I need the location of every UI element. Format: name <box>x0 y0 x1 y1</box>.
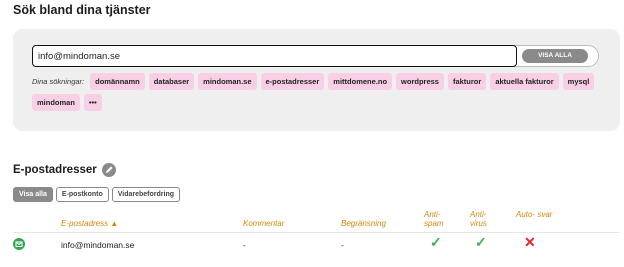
comment-cell: - <box>243 240 246 250</box>
antispam-check-icon[interactable]: ✓ <box>430 234 442 251</box>
search-chip[interactable]: mindoman <box>32 94 80 111</box>
search-chip[interactable]: mysql <box>562 73 595 90</box>
search-chip[interactable]: wordpress <box>396 73 444 90</box>
email-address-cell[interactable]: info@mindoman.se <box>61 240 134 250</box>
search-input[interactable] <box>32 45 517 67</box>
show-all-button[interactable]: VISA ALLA <box>522 49 588 63</box>
search-chip[interactable]: domännamn <box>90 73 145 90</box>
column-header-antispam: Anti- spam <box>424 210 444 228</box>
antivirus-check-icon[interactable]: ✓ <box>475 234 487 251</box>
column-header-autoreply: Auto- svar <box>516 210 553 219</box>
filter-tabs: Visa alla E-postkonto Vidarebefordring <box>13 187 181 202</box>
section-title-text: E-postadresser <box>13 164 97 176</box>
search-chip[interactable]: mindoman.se <box>198 73 257 90</box>
search-panel: VISA ALLA Dina sökningar: domännamn data… <box>13 29 620 131</box>
search-bar: VISA ALLA <box>32 45 599 67</box>
recent-searches: Dina sökningar: domännamn databaser mind… <box>32 73 602 111</box>
limit-cell: - <box>341 240 344 250</box>
mail-icon <box>13 238 25 250</box>
search-chip[interactable]: aktuella fakturor <box>490 73 559 90</box>
search-chip[interactable]: mittdomene.no <box>328 73 393 90</box>
more-searches-button[interactable]: ••• <box>83 94 102 111</box>
column-header-limit: Begränsning <box>341 219 386 228</box>
section-title: E-postadresser <box>13 163 116 177</box>
column-header-email[interactable]: E-postadress ▲ <box>61 219 118 228</box>
tab-show-all[interactable]: Visa alla <box>13 187 53 202</box>
column-header-comment: Kommentar <box>243 219 285 228</box>
search-chip[interactable]: e-postadresser <box>260 73 325 90</box>
table-divider <box>13 232 620 233</box>
recent-searches-label: Dina sökningar: <box>32 77 85 86</box>
autoreply-cross-icon[interactable]: ✕ <box>524 234 536 251</box>
search-chip[interactable]: fakturor <box>447 73 487 90</box>
tab-email-account[interactable]: E-postkonto <box>55 187 109 202</box>
column-header-antivirus: Anti- virus <box>470 210 487 228</box>
page-title: Sök bland dina tjänster <box>13 3 151 17</box>
search-chip[interactable]: databaser <box>148 73 195 90</box>
pencil-icon[interactable] <box>101 163 116 177</box>
tab-forwarding[interactable]: Vidarebefordring <box>111 187 181 202</box>
